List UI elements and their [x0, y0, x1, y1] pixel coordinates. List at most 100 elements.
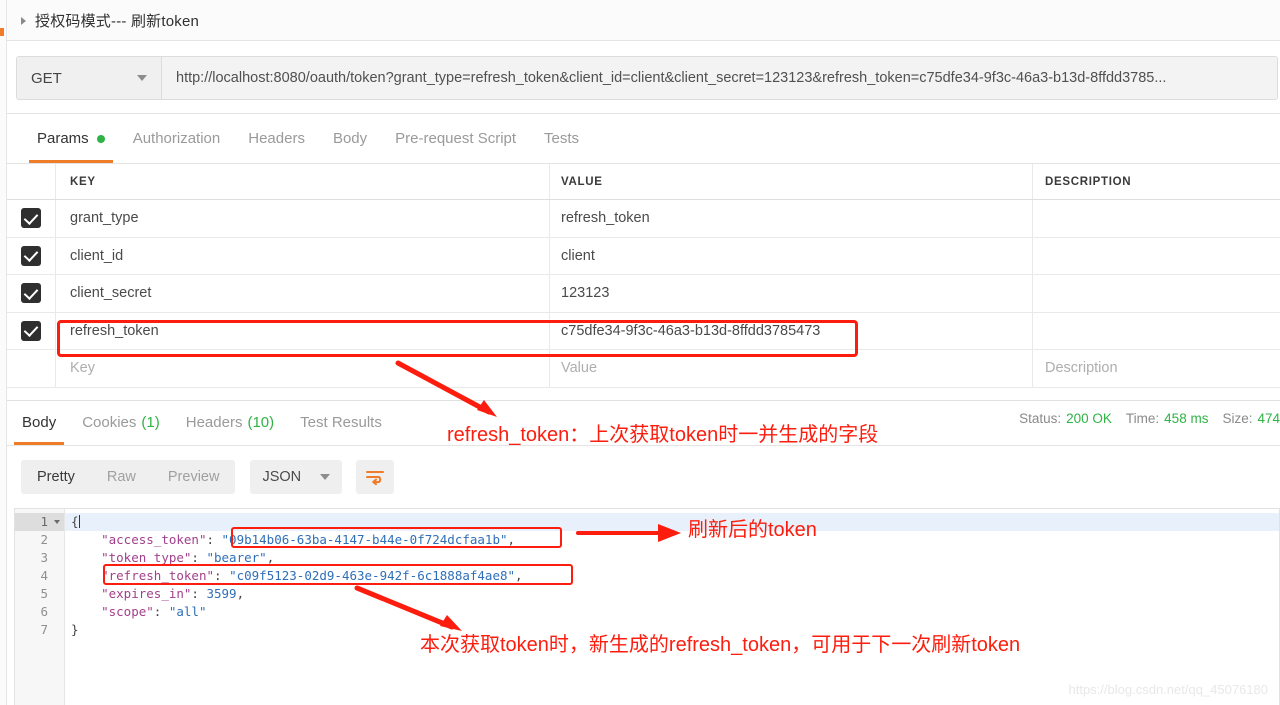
params-table: KEY VALUE DESCRIPTION grant_type refresh…: [7, 164, 1280, 400]
table-row: grant_type refresh_token: [7, 200, 1280, 238]
code-line: "expires_in": 3599,: [101, 586, 245, 601]
code-key: "scope": [101, 604, 154, 619]
http-method-label: GET: [31, 69, 62, 87]
tab-params-label: Params: [37, 130, 89, 147]
code-comma: ,: [507, 532, 516, 547]
annotation-new-refresh-token: 本次获取token时，新生成的refresh_token，可用于下一次刷新tok…: [420, 634, 1021, 656]
row-checkbox-cell[interactable]: [7, 200, 56, 237]
params-modified-dot: [96, 134, 105, 143]
code-line: "access_token": "09b14b06-63ba-4147-b44e…: [101, 532, 516, 547]
row-checkbox-cell[interactable]: [7, 275, 56, 312]
code-key: "expires_in": [101, 586, 192, 601]
code-line: "token_type": "bearer",: [101, 550, 275, 565]
row-description[interactable]: [1033, 275, 1280, 312]
postman-window: 授权码模式--- 刷新token GET http://localhost:80…: [0, 0, 1280, 705]
line-number: 7: [40, 622, 48, 637]
tab-params[interactable]: Params: [23, 114, 119, 163]
response-tab-headers[interactable]: Headers (10): [173, 400, 287, 445]
row-value[interactable]: 123123: [550, 275, 1033, 312]
view-mode-pretty[interactable]: Pretty: [21, 460, 91, 494]
response-code-viewer: 1 2 3 4 5 6 7 { "access_token": "09b14b0…: [14, 508, 1280, 705]
checkbox-checked-icon[interactable]: [21, 245, 41, 266]
placeholder-checkbox-cell[interactable]: [7, 350, 56, 387]
size-value: 474: [1257, 411, 1280, 426]
tab-tests[interactable]: Tests: [530, 114, 593, 163]
table-row-placeholder: Key Value Description: [7, 350, 1280, 388]
line-number: 6: [40, 604, 48, 619]
row-checkbox-cell[interactable]: [7, 312, 56, 349]
chevron-right-icon[interactable]: [21, 16, 26, 25]
line-number: 1: [15, 513, 64, 531]
code-key: "refresh_token": [101, 568, 214, 583]
word-wrap-button[interactable]: [356, 460, 395, 494]
checkbox-checked-icon[interactable]: [21, 320, 41, 341]
row-value[interactable]: refresh_token: [550, 200, 1033, 237]
response-tab-cookies[interactable]: Cookies (1): [69, 400, 173, 445]
code-line: "scope": "all": [101, 604, 207, 619]
row-key[interactable]: grant_type: [56, 200, 550, 237]
code-brace-open: {: [71, 514, 79, 529]
code-value: "all": [168, 604, 207, 619]
row-key[interactable]: client_secret: [56, 275, 550, 312]
line-number-text: 1: [40, 514, 48, 529]
code-key: "access_token": [101, 532, 207, 547]
request-title: 授权码模式--- 刷新token: [35, 12, 200, 30]
response-tab-body[interactable]: Body: [9, 400, 69, 445]
row-key[interactable]: client_id: [56, 237, 550, 274]
code-key: "token_type": [101, 550, 192, 565]
tab-headers[interactable]: Headers: [234, 114, 319, 163]
row-checkbox-cell[interactable]: [7, 237, 56, 274]
code-line: "refresh_token": "c09f5123-02d9-463e-942…: [101, 568, 523, 583]
status-value: 200 OK: [1066, 411, 1112, 426]
fold-caret-icon[interactable]: [54, 520, 60, 524]
url-row: GET http://localhost:8080/oauth/token?gr…: [7, 41, 1280, 114]
code-value: "c09f5123-02d9-463e-942f-6c1888af4ae8": [229, 568, 516, 583]
row-value[interactable]: c75dfe34-9f3c-46a3-b13d-8ffdd3785473: [550, 312, 1033, 349]
code-brace-close: }: [71, 622, 79, 637]
watermark: https://blog.csdn.net/qq_45076180: [1068, 682, 1269, 697]
url-input[interactable]: http://localhost:8080/oauth/token?grant_…: [162, 57, 1277, 99]
line-number: 5: [40, 586, 48, 601]
time-value: 458 ms: [1164, 411, 1209, 426]
checkbox-checked-icon[interactable]: [21, 283, 41, 304]
response-tab-test-results[interactable]: Test Results: [287, 400, 395, 445]
placeholder-description[interactable]: Description: [1033, 350, 1280, 387]
response-format-label: JSON: [262, 469, 302, 485]
view-mode-group: Pretty Raw Preview: [21, 460, 236, 494]
response-tab-cookies-count: (1): [141, 414, 160, 431]
response-tab-headers-count: (10): [247, 414, 275, 431]
response-meta: Status: 200 OK Time: 458 ms Size: 474: [1005, 411, 1280, 426]
row-value[interactable]: client: [550, 237, 1033, 274]
response-tab-headers-label: Headers: [185, 414, 243, 431]
response-tab-cookies-label: Cookies: [82, 414, 137, 431]
code-value: "bearer": [206, 550, 267, 565]
http-method-select[interactable]: GET: [17, 57, 162, 99]
line-number-gutter: 1 2 3 4 5 6 7: [15, 509, 65, 705]
tab-body[interactable]: Body: [319, 114, 381, 163]
line-number: 4: [40, 568, 48, 583]
size-label: Size:: [1222, 411, 1253, 426]
header-value: VALUE: [550, 164, 1033, 199]
placeholder-value[interactable]: Value: [550, 350, 1033, 387]
tab-authorization[interactable]: Authorization: [119, 114, 235, 163]
code-content[interactable]: { "access_token": "09b14b06-63ba-4147-b4…: [65, 509, 1279, 705]
line-number: 2: [40, 532, 48, 547]
annotation-refresh-token-param: refresh_token：上次获取token时一并生成的字段: [447, 424, 879, 446]
response-body-toolbar: Pretty Raw Preview JSON: [7, 446, 1280, 508]
line-number: 3: [40, 550, 48, 565]
header-description: DESCRIPTION: [1045, 175, 1132, 188]
placeholder-key[interactable]: Key: [56, 350, 550, 387]
row-key[interactable]: refresh_token: [56, 312, 550, 349]
view-mode-preview[interactable]: Preview: [152, 460, 236, 494]
row-description[interactable]: [1033, 200, 1280, 237]
view-mode-raw[interactable]: Raw: [91, 460, 152, 494]
table-row: refresh_token c75dfe34-9f3c-46a3-b13d-8f…: [7, 312, 1280, 350]
row-description[interactable]: [1033, 313, 1280, 350]
request-tabs: Params Authorization Headers Body Pre-re…: [7, 114, 1280, 164]
checkbox-checked-icon[interactable]: [21, 208, 41, 229]
response-format-select[interactable]: JSON: [250, 460, 343, 494]
table-row: client_secret 123123: [7, 275, 1280, 313]
tab-pre-request-script[interactable]: Pre-request Script: [381, 114, 530, 163]
row-description[interactable]: [1033, 238, 1280, 275]
word-wrap-icon: [366, 471, 385, 485]
